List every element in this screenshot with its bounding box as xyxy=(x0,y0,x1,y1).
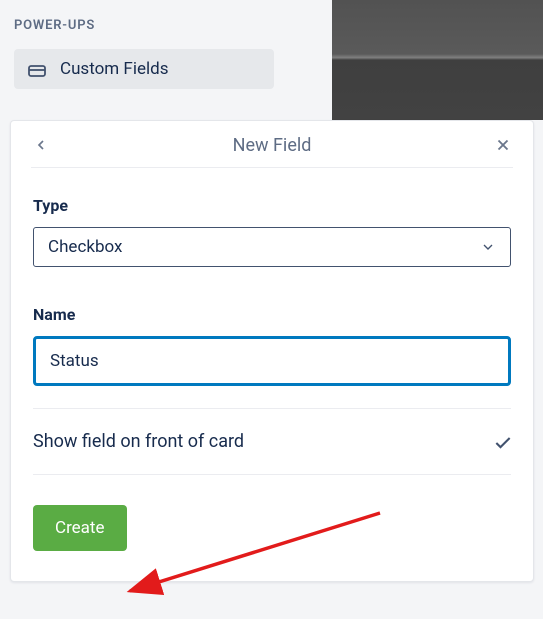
create-button[interactable]: Create xyxy=(33,505,127,551)
type-label: Type xyxy=(33,196,511,215)
custom-fields-label: Custom Fields xyxy=(60,59,168,79)
background-image xyxy=(332,0,543,120)
close-button[interactable] xyxy=(493,135,513,155)
name-label: Name xyxy=(33,305,511,324)
modal-title: New Field xyxy=(233,135,312,156)
back-button[interactable] xyxy=(31,135,51,155)
powerups-section-label: POWER-UPS xyxy=(14,18,318,33)
new-field-modal: New Field Type Checkbox Name Show field … xyxy=(10,120,534,582)
checkmark-icon xyxy=(493,433,511,451)
card-icon xyxy=(28,62,46,76)
show-on-front-toggle[interactable]: Show field on front of card xyxy=(33,409,511,474)
type-select[interactable]: Checkbox xyxy=(33,227,511,267)
name-input[interactable] xyxy=(33,336,511,386)
custom-fields-button[interactable]: Custom Fields xyxy=(14,49,274,89)
type-value: Checkbox xyxy=(48,237,122,257)
chevron-down-icon xyxy=(480,239,496,255)
show-on-front-label: Show field on front of card xyxy=(33,431,244,452)
